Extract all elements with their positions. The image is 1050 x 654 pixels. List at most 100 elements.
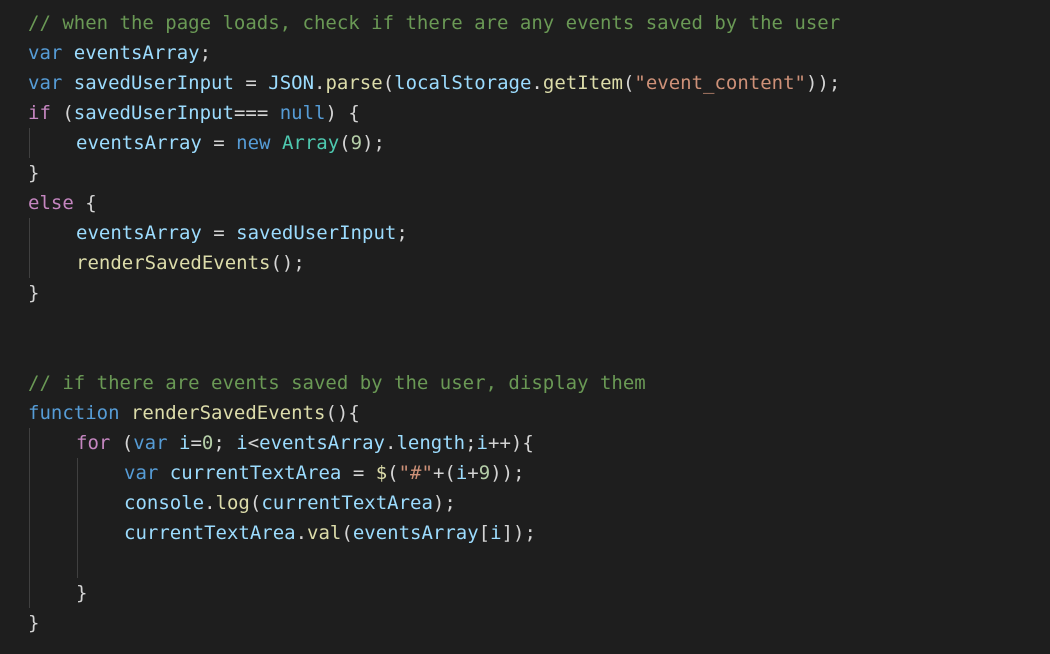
punctuation-token xyxy=(120,402,131,424)
identifier-token: currentTextArea xyxy=(261,492,433,514)
code-line[interactable]: eventsArray = savedUserInput; xyxy=(76,218,408,248)
number-literal-token: 0 xyxy=(201,432,214,454)
punctuation-token: } xyxy=(28,282,40,304)
punctuation-token xyxy=(271,132,282,154)
punctuation-token: . xyxy=(204,492,216,514)
punctuation-token: )); xyxy=(490,462,525,484)
code-line[interactable]: currentTextArea.val(eventsArray[i]); xyxy=(124,518,536,548)
punctuation-token: ; xyxy=(396,222,408,244)
punctuation-token: ; xyxy=(465,432,477,454)
function-name-token: parse xyxy=(325,72,383,94)
keyword-token: null xyxy=(279,102,326,124)
punctuation-token: ]); xyxy=(501,522,536,544)
number-literal-token: 9 xyxy=(350,132,363,154)
code-line[interactable]: } xyxy=(28,158,39,188)
code-line[interactable]: } xyxy=(76,578,87,608)
punctuation-token: === xyxy=(233,102,280,124)
code-line[interactable]: renderSavedEvents(); xyxy=(76,248,305,278)
punctuation-token: = xyxy=(201,132,237,154)
identifier-token: length xyxy=(396,432,466,454)
punctuation-token: = xyxy=(341,462,376,484)
punctuation-token: ( xyxy=(622,72,635,94)
punctuation-token: [ xyxy=(478,522,491,544)
code-line[interactable]: eventsArray = new Array(9); xyxy=(76,128,385,158)
identifier-token: eventsArray xyxy=(76,222,202,244)
function-name-token: renderSavedEvents xyxy=(130,402,326,424)
punctuation-token: (); xyxy=(270,252,305,274)
punctuation-token: ; xyxy=(199,42,212,64)
punctuation-token xyxy=(158,462,169,484)
code-line[interactable]: } xyxy=(28,278,39,308)
keyword-token: var xyxy=(28,42,63,64)
code-line[interactable]: for (var i=0; i<eventsArray.length;i++){ xyxy=(76,428,534,458)
keyword-token: function xyxy=(28,402,120,424)
comment-token: // when the page loads, check if there a… xyxy=(28,12,841,34)
code-line-comment[interactable]: // if there are events saved by the user… xyxy=(28,368,646,398)
identifier-token: savedUserInput xyxy=(73,102,234,124)
string-literal-token: "#" xyxy=(398,462,433,484)
punctuation-token: = xyxy=(233,72,269,94)
punctuation-token: < xyxy=(247,432,260,454)
punctuation-token: +( xyxy=(432,462,456,484)
identifier-token: savedUserInput xyxy=(236,222,397,244)
punctuation-token: (){ xyxy=(325,402,360,424)
identifier-token: localStorage xyxy=(394,72,532,94)
punctuation-token: = xyxy=(201,222,237,244)
punctuation-token: } xyxy=(28,162,40,184)
function-name-token: getItem xyxy=(542,72,623,94)
punctuation-token: ( xyxy=(110,432,134,454)
punctuation-token: . xyxy=(385,432,397,454)
punctuation-token: ( xyxy=(339,132,351,154)
control-keyword-token: else xyxy=(28,192,74,214)
punctuation-token: . xyxy=(531,72,543,94)
comment-token: // if there are events saved by the user… xyxy=(28,372,646,394)
keyword-token: new xyxy=(236,132,271,154)
keyword-token: var xyxy=(124,462,159,484)
punctuation-token xyxy=(62,42,73,64)
punctuation-token: ( xyxy=(50,102,74,124)
punctuation-token xyxy=(62,72,73,94)
punctuation-token: . xyxy=(314,72,326,94)
identifier-token: i xyxy=(236,432,248,454)
punctuation-token: ) { xyxy=(325,102,360,124)
indent-guide xyxy=(29,428,30,608)
identifier-token: i xyxy=(455,462,468,484)
function-name-token: val xyxy=(307,522,342,544)
identifier-token: i xyxy=(490,522,502,544)
code-line-comment[interactable]: // when the page loads, check if there a… xyxy=(28,8,840,38)
punctuation-token: ( xyxy=(249,492,262,514)
function-name-token: renderSavedEvents xyxy=(76,252,271,274)
identifier-token: eventsArray xyxy=(76,132,202,154)
indent-guide xyxy=(29,128,30,158)
identifier-token: currentTextArea xyxy=(169,462,342,484)
punctuation-token: + xyxy=(467,462,479,484)
code-editor[interactable]: // when the page loads, check if there a… xyxy=(0,0,1050,654)
keyword-token: var xyxy=(133,432,168,454)
control-keyword-token: if xyxy=(28,102,51,124)
function-name-token: $ xyxy=(375,462,388,484)
punctuation-token: { xyxy=(73,192,97,214)
punctuation-token: ; xyxy=(213,432,237,454)
punctuation-token: )); xyxy=(806,72,841,94)
indent-guide xyxy=(29,218,30,278)
punctuation-token: = xyxy=(190,432,202,454)
number-literal-token: 9 xyxy=(478,462,491,484)
punctuation-token: ); xyxy=(362,132,385,154)
code-line[interactable]: var eventsArray; xyxy=(28,38,211,68)
string-literal-token: "event_content" xyxy=(634,72,806,94)
punctuation-token: ( xyxy=(382,72,395,94)
code-line[interactable]: var savedUserInput = JSON.parse(localSto… xyxy=(28,68,840,98)
code-line[interactable]: var currentTextArea = $("#"+(i+9)); xyxy=(124,458,525,488)
identifier-token: savedUserInput xyxy=(73,72,234,94)
code-line[interactable]: console.log(currentTextArea); xyxy=(124,488,456,518)
punctuation-token xyxy=(168,432,179,454)
code-line[interactable]: function renderSavedEvents(){ xyxy=(28,398,360,428)
code-line[interactable]: } xyxy=(28,608,39,638)
identifier-token: i xyxy=(179,432,191,454)
code-line[interactable]: if (savedUserInput=== null) { xyxy=(28,98,360,128)
control-keyword-token: for xyxy=(76,432,111,454)
function-name-token: log xyxy=(215,492,250,514)
code-line[interactable]: else { xyxy=(28,188,97,218)
identifier-token: eventsArray xyxy=(352,522,479,544)
punctuation-token: } xyxy=(76,582,88,604)
